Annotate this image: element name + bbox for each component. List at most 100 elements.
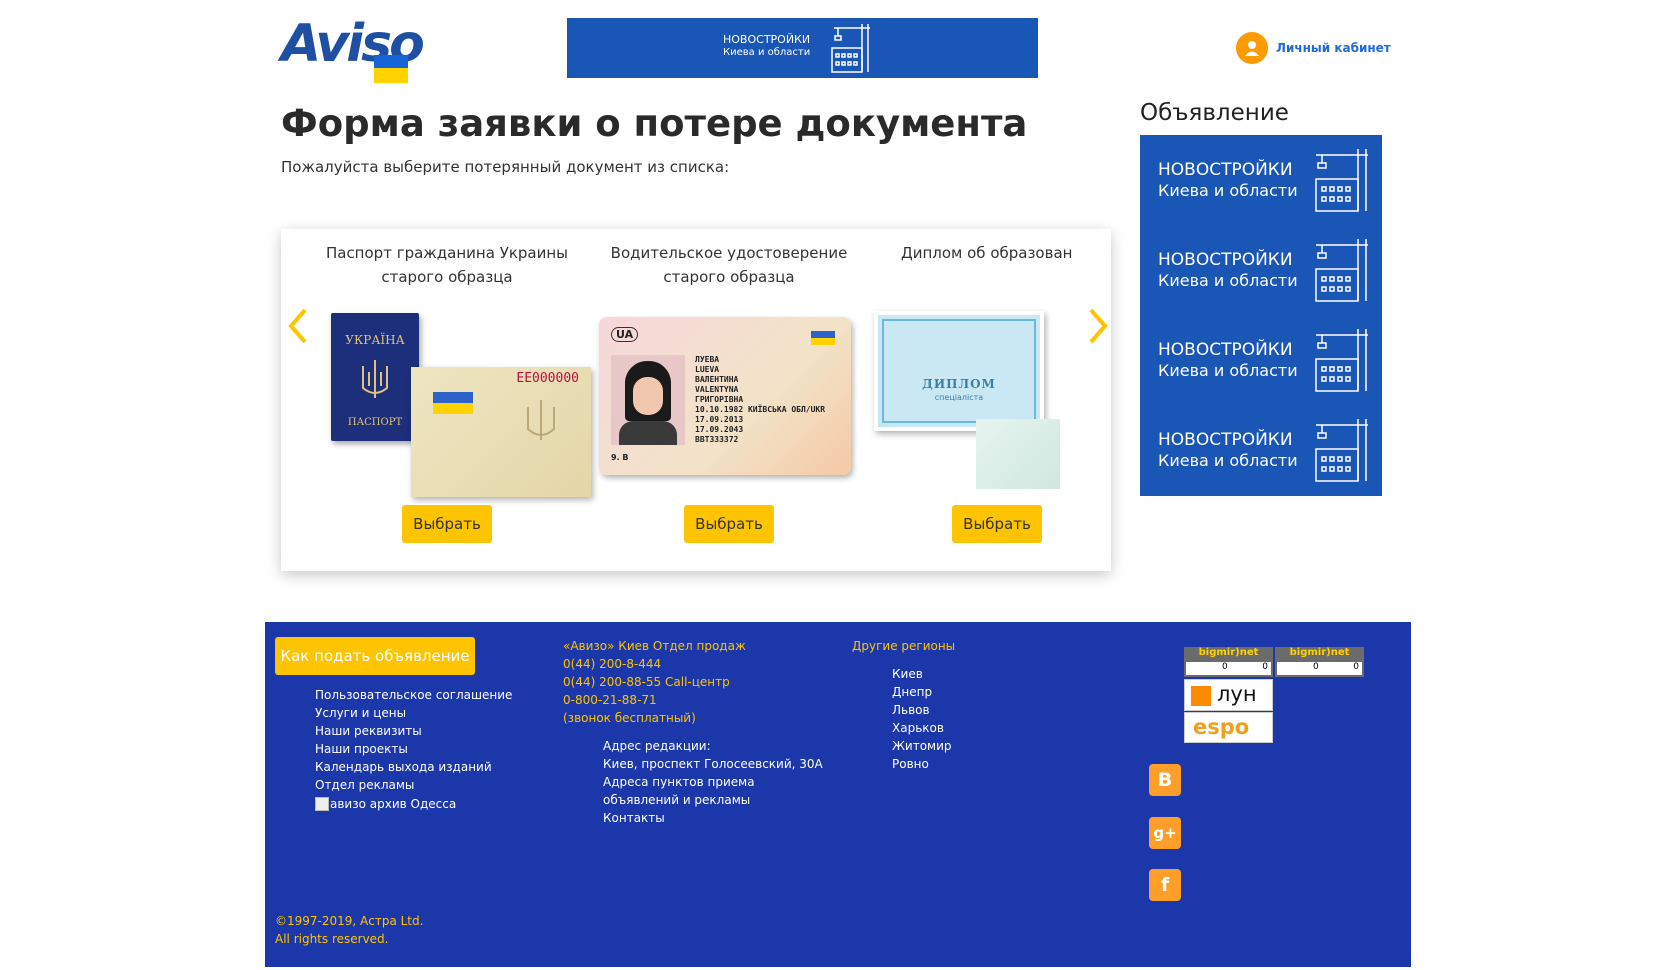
ad-item[interactable]: НОВОСТРОЙКИ Киева и области [1140, 405, 1382, 495]
passport-cover-text: УКРАЇНА [345, 333, 405, 347]
banner-line2: Киева и области [723, 47, 811, 58]
vk-icon[interactable]: В [1149, 764, 1181, 796]
license-name: ВАЛЕНТИНА [695, 375, 739, 384]
ad-line2: Киева и области [1158, 361, 1298, 380]
facebook-icon[interactable]: f [1149, 869, 1181, 901]
region-link[interactable]: Харьков [892, 719, 944, 737]
license-category: 9. B [611, 453, 629, 462]
bigmir-counter[interactable]: bigmir)net 0 0 bigmir)net 0 0 [1184, 647, 1364, 677]
how-to-post-button[interactable]: Как подать объявление [275, 637, 475, 675]
points-link[interactable]: объявлений и рекламы [603, 791, 750, 809]
region-link[interactable]: Киев [892, 665, 923, 683]
document-carousel: Паспорт гражданина Украины старого образ… [281, 229, 1111, 571]
building-crane-icon [1315, 149, 1368, 212]
copyright: ©1997-2019, Астра Ltd. [275, 914, 424, 928]
select-license-button[interactable]: Выбрать [684, 505, 774, 543]
region-link[interactable]: Ровно [892, 755, 929, 773]
building-crane-icon [1315, 329, 1368, 392]
document-card-diploma: Диплом об образован ДИПЛОМ спеціаліста В… [870, 229, 1111, 571]
license-country-code: UA [611, 327, 639, 342]
region-link[interactable]: Днепр [892, 683, 932, 701]
address-title: Адрес редакции: [603, 739, 711, 753]
license-number: BBT333372 [695, 435, 739, 444]
counter-label: bigmir)net [1198, 647, 1259, 658]
archive-image-alt: авизо архив Одесса [330, 797, 457, 811]
footer-link[interactable]: Услуги и цены [315, 704, 406, 722]
license-name: LUEVA [695, 365, 720, 374]
page-subtitle: Пожалуйста выберите потерянный документ … [281, 158, 730, 176]
espo-label: espo [1193, 715, 1250, 739]
footer-link[interactable]: Наши реквизиты [315, 722, 422, 740]
footer-link[interactable]: Наши проекты [315, 740, 408, 758]
google-plus-icon[interactable]: g+ [1149, 817, 1181, 849]
ad-line2: Киева и области [1158, 271, 1298, 290]
phone[interactable]: 0-800-21-88-71 [563, 691, 657, 709]
archive-image-link[interactable]: авизо архив Одесса [315, 795, 456, 813]
ad-item[interactable]: НОВОСТРОЙКИ Киева и области [1140, 135, 1382, 225]
diploma-image: ДИПЛОМ спеціаліста [870, 307, 1060, 491]
doc-title-line2: старого образца [381, 268, 513, 286]
diploma-subtitle: спеціаліста [934, 393, 984, 402]
phone[interactable]: 0(44) 200-8-444 [563, 655, 661, 673]
select-passport-button[interactable]: Выбрать [402, 505, 492, 543]
address: Киев, проспект Голосеевский, 30А [603, 757, 823, 771]
ad-line1: НОВОСТРОЙКИ [1158, 340, 1293, 360]
region-link[interactable]: Львов [892, 701, 930, 719]
points-link[interactable]: Адреса пунктов приема [603, 773, 755, 791]
counter-value: 0 [1222, 662, 1228, 672]
passport-number: ЕЕ000000 [516, 371, 579, 386]
doc-title-line1: Водительское удостоверение [610, 244, 848, 262]
document-card-passport: Паспорт гражданина Украины старого образ… [306, 229, 591, 571]
ad-line1: НОВОСТРОЙКИ [1158, 250, 1293, 270]
license-name: VALENTYNA [695, 385, 739, 394]
license-name: ГРИГОРІВНА [695, 395, 744, 404]
top-banner-ad[interactable]: НОВОСТРОЙКИ Киева и области [567, 18, 1038, 78]
footer-link[interactable]: Пользовательское соглашение [315, 686, 512, 704]
broken-image-icon [315, 797, 329, 811]
counter-value: 0 [1262, 662, 1268, 672]
ad-line2: Киева и области [1158, 451, 1298, 470]
lun-badge[interactable]: лун [1184, 679, 1273, 711]
passport-image: УКРАЇНА ПАСПОРТ ЕЕ000000 [331, 309, 591, 499]
sidebar-ad-title: Объявление [1140, 100, 1289, 126]
rights-reserved: All rights reserved. [275, 932, 389, 946]
regions-title: Другие регионы [852, 639, 956, 653]
phone-note: (звонок бесплатный) [563, 711, 696, 725]
license-name: ЛУЕВА [695, 355, 720, 364]
trident-icon [362, 360, 388, 398]
aviso-logo[interactable]: Aviso [281, 14, 425, 83]
select-diploma-button[interactable]: Выбрать [952, 505, 1042, 543]
sidebar-ad-banner[interactable]: НОВОСТРОЙКИ Киева и области НОВОСТРОЙКИ … [1140, 135, 1382, 496]
cabinet-label: Личный кабинет [1276, 41, 1391, 55]
building-crane-icon [1315, 239, 1368, 302]
ad-item[interactable]: НОВОСТРОЙКИ Киева и области [1140, 225, 1382, 315]
banner-line1: НОВОСТРОЙКИ [723, 33, 811, 46]
ad-line1: НОВОСТРОЙКИ [1158, 430, 1293, 450]
license-date: 17.09.2043 [695, 425, 744, 434]
document-card-drivers-license: Водительское удостоверение старого образ… [588, 229, 870, 571]
footer-link[interactable]: Календарь выхода изданий [315, 758, 492, 776]
sales-title: «Авизо» Киев Отдел продаж [563, 639, 746, 653]
counter-label: bigmir)net [1289, 647, 1350, 658]
building-crane-icon [1315, 419, 1368, 482]
ad-item[interactable]: НОВОСТРОЙКИ Киева и области [1140, 315, 1382, 405]
doc-title-line1: Диплом об образован [901, 244, 1073, 262]
page-title: Форма заявки о потере документа [281, 102, 1028, 145]
personal-cabinet-link[interactable]: Личный кабинет [1236, 32, 1391, 64]
license-photo [611, 355, 685, 445]
ad-line1: НОВОСТРОЙКИ [1158, 160, 1293, 180]
drivers-license-image: UA ЛУЕВА LUEVA ВАЛЕНТИНА VALENTYNA ГРИГО… [599, 317, 851, 475]
counter-value: 0 [1353, 662, 1359, 672]
region-link[interactable]: Житомир [892, 737, 952, 755]
building-crane-icon [831, 24, 870, 73]
license-dob: 10.10.1982 КИЇВСЬКА ОБЛ/UKR [695, 405, 826, 414]
doc-title-line1: Паспорт гражданина Украины [325, 244, 569, 262]
espo-badge[interactable]: espo [1184, 712, 1273, 743]
trident-icon [527, 400, 555, 440]
ukraine-flag-icon [374, 55, 408, 85]
license-date: 17.09.2013 [695, 415, 744, 424]
diploma-title: ДИПЛОМ [922, 377, 996, 391]
contacts-link[interactable]: Контакты [603, 809, 665, 827]
phone[interactable]: 0(44) 200-88-55 Call-центр [563, 673, 730, 691]
footer-link[interactable]: Отдел рекламы [315, 776, 414, 794]
